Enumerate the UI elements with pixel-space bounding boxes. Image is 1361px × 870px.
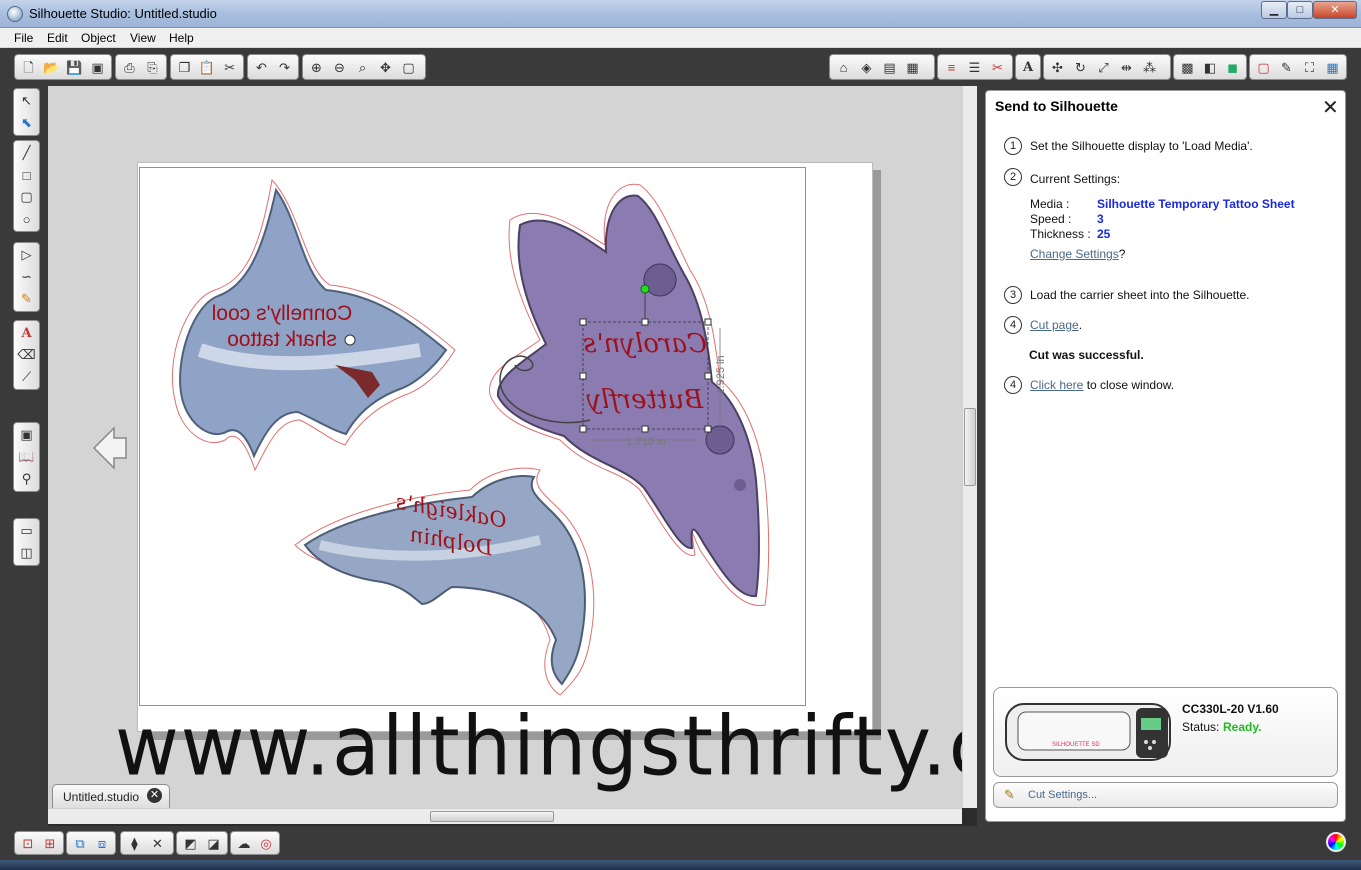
offset-icon[interactable]: ☁ [234, 833, 254, 853]
group-tools: ⊡ ⊞ [14, 831, 64, 855]
device-model: CC330L-20 V1.60 [1182, 702, 1279, 716]
close-tab-icon[interactable]: ✕ [147, 788, 162, 803]
shark-tattoo[interactable] [171, 178, 456, 472]
shark-text-line-1: Connelly's cool [212, 302, 353, 325]
trace-tools: ☁ ◎ [230, 831, 280, 855]
close-window-link[interactable]: Click here [1030, 378, 1083, 392]
rotate-handle[interactable] [640, 284, 650, 294]
document-tab[interactable]: Untitled.studio ✕ [52, 784, 170, 808]
step-1-number: 1 [1004, 137, 1022, 155]
make-compound-path-icon[interactable]: ⧉ [70, 833, 90, 853]
duplicate-icon[interactable]: ⧫ [124, 833, 145, 853]
shark-text-line-2: shark tattoo [227, 328, 337, 351]
color-wheel-icon[interactable] [1326, 832, 1346, 852]
cut-settings-button[interactable]: ✎ Cut Settings... [993, 782, 1338, 808]
vertical-scroll-thumb[interactable] [964, 408, 976, 486]
step-2-number: 2 [1004, 168, 1022, 186]
compound-path-tools: ⧉ ⧈ [66, 831, 116, 855]
thickness-label: Thickness : [1030, 227, 1091, 241]
speed-label: Speed : [1030, 212, 1072, 226]
pencil-icon: ✎ [1004, 787, 1015, 802]
height-dimension-label: 1.925 in [715, 355, 727, 394]
step-5-number: 4 [1004, 376, 1022, 394]
cut-status-message: Cut was successful. [1029, 348, 1144, 362]
vertical-scrollbar[interactable] [962, 86, 977, 808]
change-settings-question: ? [1118, 247, 1126, 261]
document-tab-label: Untitled.studio [63, 790, 140, 804]
group-icon[interactable]: ⊡ [18, 833, 38, 853]
device-status-label: Status: [1182, 720, 1220, 734]
cut-page-link[interactable]: Cut page [1030, 318, 1079, 332]
speed-value: 3 [1097, 212, 1104, 226]
step-3-number: 3 [1004, 286, 1022, 304]
change-settings-link[interactable]: Change Settings [1030, 247, 1119, 261]
thickness-value: 25 [1097, 227, 1111, 241]
width-dimension-label: 1.710 in [626, 436, 665, 448]
close-window-text: to close window. [1083, 378, 1175, 392]
device-status-box: SILHOUETTE SD CC330L-20 V1.60 Status: Re… [993, 687, 1338, 777]
step-1-text: Set the Silhouette display to 'Load Medi… [1030, 139, 1253, 153]
send-to-back-icon[interactable]: ◪ [203, 833, 224, 853]
horizontal-scroll-thumb[interactable] [430, 811, 554, 822]
step-2-text: Current Settings: [1030, 172, 1121, 186]
send-to-silhouette-panel: Send to Silhouette ✕ 1 Set the Silhouett… [985, 90, 1346, 822]
bottom-toolbar: ⊡ ⊞ ⧉ ⧈ ⧫ ✕ ◩ ◪ ☁ ◎ [0, 826, 1361, 860]
change-settings-row: Change Settings? [1030, 247, 1125, 261]
windows-taskbar [0, 860, 1361, 870]
step-4-row: Cut page. [1030, 318, 1082, 332]
device-status-value: Ready. [1223, 720, 1262, 734]
bring-to-front-icon[interactable]: ◩ [180, 833, 201, 853]
trace-target-icon[interactable]: ◎ [256, 833, 276, 853]
device-brand-label: SILHOUETTE SD [1052, 742, 1100, 748]
ungroup-icon[interactable]: ⊞ [40, 833, 60, 853]
panel-close-icon[interactable]: ✕ [1322, 95, 1339, 120]
horizontal-scrollbar[interactable] [48, 808, 962, 824]
arrange-tools: ◩ ◪ [176, 831, 228, 855]
step-4-number: 4 [1004, 316, 1022, 334]
delete-tools: ⧫ ✕ [120, 831, 174, 855]
silhouette-sd-machine-icon: SILHOUETTE SD [1005, 703, 1171, 761]
butterfly-text-line-1: Carolyn's [583, 329, 707, 359]
cut-page-period: . [1078, 318, 1083, 332]
panel-title: Send to Silhouette [995, 98, 1118, 114]
media-label: Media : [1030, 197, 1070, 211]
step-3-text: Load the carrier sheet into the Silhouet… [1030, 288, 1250, 302]
cut-settings-label: Cut Settings... [1028, 789, 1098, 801]
media-value: Silhouette Temporary Tattoo Sheet [1097, 197, 1295, 211]
release-compound-path-icon[interactable]: ⧈ [92, 833, 112, 853]
butterfly-text-line-2: Butterfly [586, 385, 704, 415]
delete-icon[interactable]: ✕ [147, 833, 168, 853]
step-5-row: Click here to close window. [1030, 378, 1174, 392]
